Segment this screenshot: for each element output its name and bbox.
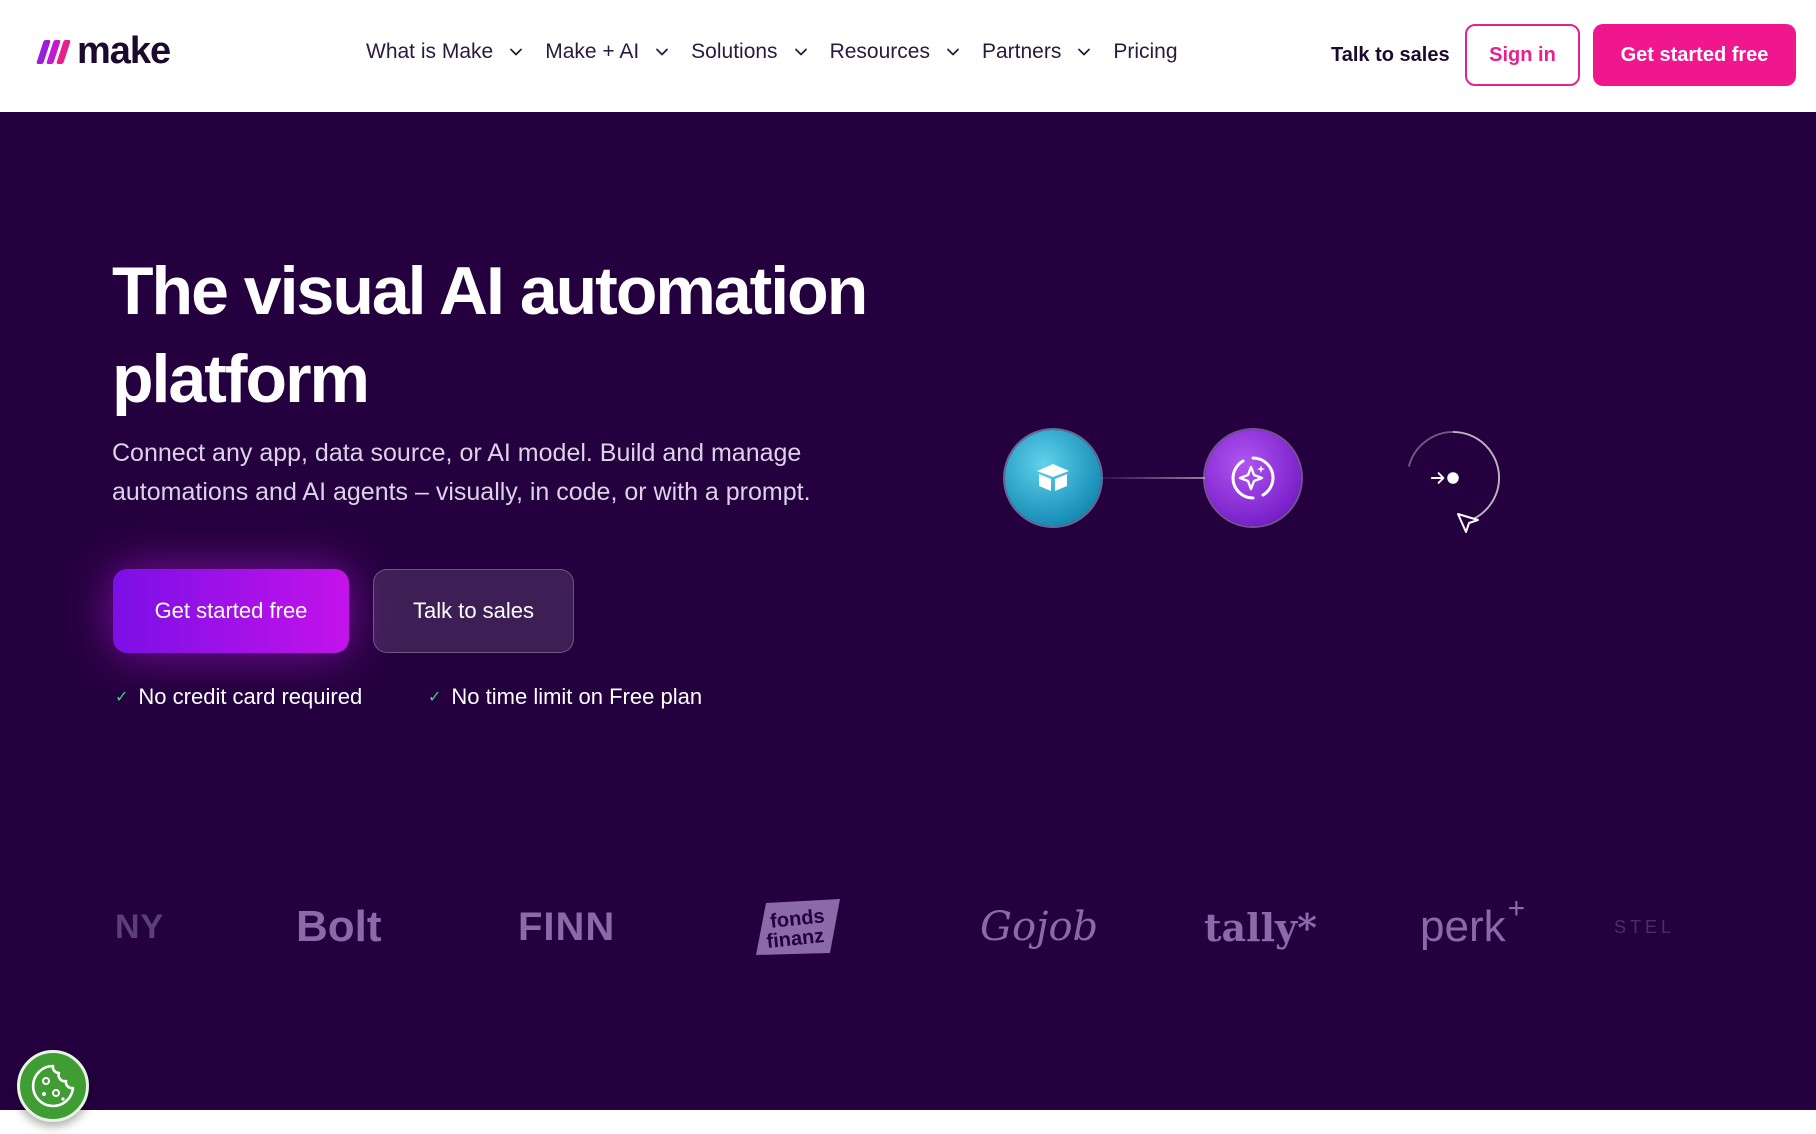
customer-logo-finn: FINN (518, 904, 616, 949)
nav-item-resources[interactable]: Resources (830, 40, 960, 64)
nav-item-label: Pricing (1113, 40, 1178, 63)
get-started-button[interactable]: Get started free (1593, 24, 1796, 86)
hero-get-started-button[interactable]: Get started free (113, 569, 349, 653)
logo-text: make (77, 30, 171, 72)
hero-section: The visual AI automation platform Connec… (0, 112, 1816, 1110)
nav-item-solutions[interactable]: Solutions (691, 40, 807, 64)
talk-to-sales-link[interactable]: Talk to sales (1331, 44, 1450, 67)
perk-plus-icon: + (1507, 892, 1526, 925)
customer-logo-bolt: Bolt (296, 902, 382, 951)
check-icon: ✓ (428, 689, 442, 706)
nav-item-what-is-make[interactable]: What is Make (366, 40, 523, 64)
site-header: make What is Make Make + AI Solutions Re… (0, 0, 1816, 112)
customer-logo-stel: STEL (1614, 916, 1676, 937)
sign-in-button[interactable]: Sign in (1465, 24, 1580, 86)
ai-sparkle-icon (1231, 456, 1275, 500)
flow-node-app (1005, 430, 1101, 526)
nav-item-label: Resources (829, 40, 930, 63)
nav-item-pricing[interactable]: Pricing (1113, 40, 1177, 64)
customer-logo-ny: NY (115, 907, 165, 946)
chevron-down-icon (794, 48, 807, 56)
cookie-settings-button[interactable] (17, 1050, 89, 1122)
check-icon: ✓ (115, 689, 129, 706)
nav-item-make-ai[interactable]: Make + AI (545, 40, 669, 64)
box-icon (1037, 464, 1069, 491)
chevron-down-icon (1078, 48, 1091, 56)
benefit-no-time-limit: ✓ No time limit on Free plan (428, 684, 702, 710)
benefit-label: No time limit on Free plan (451, 684, 703, 709)
benefit-no-credit-card: ✓ No credit card required (115, 684, 362, 710)
customer-logo-gojob: Gojob (980, 904, 1099, 950)
flow-node-output (1405, 430, 1501, 526)
benefit-label: No credit card required (138, 684, 363, 709)
make-logo[interactable]: make (36, 30, 171, 73)
flow-node-ai (1205, 430, 1301, 526)
customer-logo-perk: perk + (1420, 892, 1525, 962)
cookie-icon (31, 1064, 75, 1108)
chevron-down-icon (510, 48, 523, 56)
hero-talk-to-sales-button[interactable]: Talk to sales (373, 569, 574, 653)
cursor-pointer-icon (1457, 513, 1479, 533)
make-logo-mark-icon (36, 39, 71, 64)
nav-item-partners[interactable]: Partners (982, 40, 1091, 64)
main-nav: What is Make Make + AI Solutions Resourc… (366, 40, 1200, 64)
chevron-down-icon (656, 48, 669, 56)
chevron-down-icon (947, 48, 959, 56)
customer-logo-tally: tally* (1204, 904, 1317, 950)
nav-item-label: Partners (981, 40, 1062, 63)
nav-item-label: Solutions (691, 40, 778, 63)
flow-connector-line (1101, 477, 1205, 479)
customer-logo-fonds-finanz: fonds finanz (752, 892, 844, 962)
hero-title: The visual AI automation platform (112, 253, 868, 417)
arrow-dot-icon (1407, 430, 1501, 524)
customer-logos-strip: NY Bolt FINN fonds finanz Gojob tally* p… (0, 892, 1816, 962)
nav-item-label: Make + AI (545, 40, 640, 63)
hero-subtitle: Connect any app, data source, or AI mode… (112, 439, 811, 506)
nav-item-label: What is Make (366, 40, 494, 63)
perk-text: perk (1420, 902, 1506, 951)
